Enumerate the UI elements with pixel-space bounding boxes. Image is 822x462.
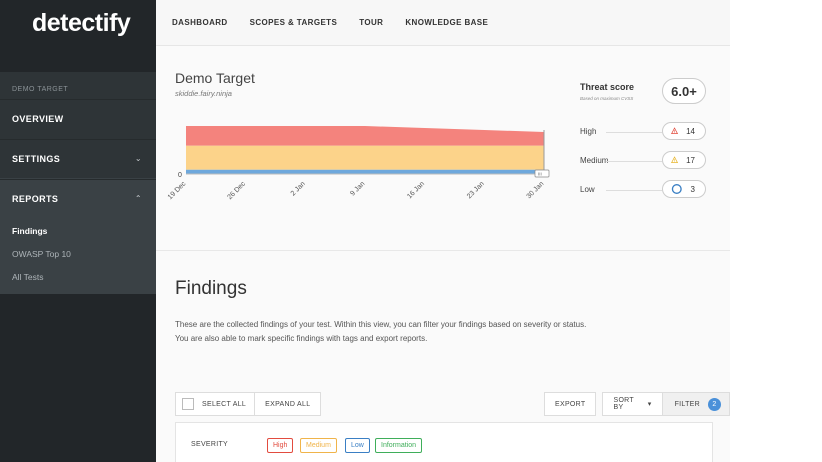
top-nav: DASHBOARD SCOPES & TARGETS TOUR KNOWLEDG… — [156, 0, 730, 46]
sidebar-subitem-all-tests[interactable]: All Tests — [12, 272, 44, 282]
nav-dashboard[interactable]: DASHBOARD — [172, 18, 228, 27]
x-tick-label: 2 Jan — [290, 180, 307, 197]
circle-icon — [671, 183, 682, 195]
findings-toolbar-left: SELECT ALL EXPAND ALL — [175, 392, 322, 416]
chevron-down-icon: ⌄ — [134, 154, 142, 163]
nav-tour[interactable]: TOUR — [359, 18, 383, 27]
export-label: EXPORT — [555, 400, 586, 408]
severity-connector — [606, 161, 662, 162]
sidebar-section-label: DEMO TARGET — [12, 86, 69, 93]
severity-tag-low[interactable]: Low — [345, 438, 370, 453]
findings-trend-chart: 0 III 19 Dec 26 Dec 2 Jan 9 Jan 16 Jan 23 Jan 30… — [167, 126, 550, 201]
nav-knowledge-base[interactable]: KNOWLEDGE BASE — [405, 18, 488, 27]
severity-label-high: High — [580, 127, 597, 136]
findings-toolbar-right: EXPORT SORT BY ▾ FILTER 2 — [544, 392, 730, 416]
area-series-medium — [186, 145, 544, 170]
x-tick-label: 26 Dec — [226, 180, 247, 201]
x-tick-label: 9 Jan — [349, 180, 366, 197]
sidebar-item-label: SETTINGS — [12, 153, 61, 164]
sidebar-item-label: REPORTS — [12, 193, 59, 204]
sidebar-item-overview[interactable]: OVERVIEW — [0, 99, 156, 137]
severity-tag-high[interactable]: High — [267, 438, 294, 453]
warning-triangle-icon — [671, 127, 679, 135]
area-series-high — [186, 126, 544, 146]
nav-scopes-targets[interactable]: SCOPES & TARGETS — [250, 18, 338, 27]
expand-all-label: EXPAND ALL — [265, 400, 311, 408]
select-all-checkbox[interactable] — [182, 398, 194, 410]
sidebar-item-label: OVERVIEW — [12, 113, 64, 124]
sidebar-item-reports[interactable]: REPORTS ⌃ — [0, 179, 156, 217]
threat-score-title: Threat score — [580, 82, 635, 92]
range-handle-label: III — [538, 172, 542, 177]
sidebar-subitem-findings[interactable]: Findings — [12, 226, 47, 236]
sort-by-label: SORT BY — [613, 397, 634, 411]
findings-description: These are the collected findings of your… — [175, 320, 587, 343]
x-tick-label: 16 Jan — [406, 180, 426, 200]
sort-by-dropdown[interactable]: SORT BY ▾ — [602, 392, 663, 416]
severity-connector — [606, 190, 662, 191]
severity-label-medium: Medium — [580, 156, 609, 165]
filter-button[interactable]: FILTER 2 — [662, 392, 730, 416]
export-button[interactable]: EXPORT — [544, 392, 597, 416]
findings-title: Findings — [175, 278, 247, 299]
sidebar-item-settings[interactable]: SETTINGS ⌄ — [0, 139, 156, 177]
severity-tag-medium[interactable]: Medium — [300, 438, 337, 453]
x-tick-label: 23 Jan — [466, 180, 486, 200]
select-all-button[interactable]: SELECT ALL — [175, 392, 256, 416]
caret-down-icon: ▾ — [647, 401, 652, 408]
severity-connector — [606, 132, 662, 133]
severity-label-low: Low — [580, 185, 595, 194]
severity-count-medium: 17 — [686, 155, 695, 165]
severity-filter-panel: SEVERITY High Medium Low Information — [175, 422, 713, 462]
severity-count-low: 3 — [690, 184, 695, 194]
filter-count-badge: 2 — [708, 397, 721, 411]
severity-filter-label: SEVERITY — [191, 441, 229, 448]
x-tick-label: 19 Dec — [167, 180, 188, 201]
area-series-low — [186, 169, 544, 174]
chevron-up-icon: ⌃ — [134, 194, 142, 203]
threat-score-subtitle: Based on maximum CVSS — [580, 96, 634, 101]
threat-score-value: 6.0+ — [662, 78, 706, 104]
severity-pill-high[interactable]: 14 — [662, 122, 706, 140]
section-divider — [156, 250, 730, 251]
severity-pill-low[interactable]: 3 — [662, 180, 706, 198]
detectify-logo[interactable]: detectify — [0, 0, 156, 46]
sidebar-subitem-owasp[interactable]: OWASP Top 10 — [12, 249, 71, 259]
filter-label: FILTER — [674, 400, 700, 408]
select-all-label: SELECT ALL — [202, 400, 247, 408]
sidebar: detectify DEMO TARGET OVERVIEW SETTINGS … — [0, 0, 156, 462]
severity-count-high: 14 — [686, 126, 695, 136]
warning-triangle-icon — [671, 156, 679, 164]
severity-pill-medium[interactable]: 17 — [662, 151, 706, 169]
main-content: Demo Target skiddie.fairy.ninja 0 III 19 D… — [156, 46, 730, 462]
severity-tag-information[interactable]: Information — [375, 438, 423, 453]
y-axis-zero-label: 0 — [178, 172, 182, 179]
expand-all-button[interactable]: EXPAND ALL — [255, 392, 322, 416]
x-tick-label: 30 Jan — [526, 180, 546, 200]
